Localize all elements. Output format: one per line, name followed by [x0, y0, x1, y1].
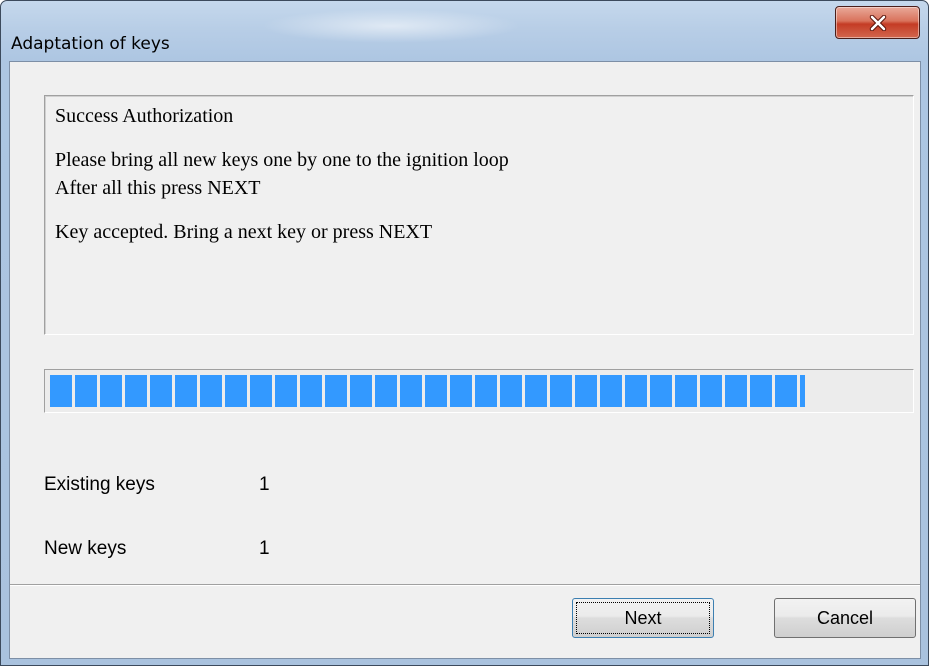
dialog-window: Adaptation of keys Success Authorization… — [0, 0, 929, 666]
cancel-button-label: Cancel — [816, 607, 874, 628]
focus-rectangle — [576, 602, 710, 634]
close-button[interactable] — [835, 6, 920, 39]
message-line-after: After all this press NEXT — [55, 177, 261, 199]
message-line-instructions: Please bring all new keys one by one to … — [55, 149, 509, 171]
progress-bar — [44, 369, 914, 413]
message-line-success: Success Authorization — [55, 105, 234, 127]
message-line-key-accepted: Key accepted. Bring a next key or press … — [55, 221, 433, 243]
window-title: Adaptation of keys — [11, 34, 170, 54]
next-button[interactable]: Next — [572, 598, 714, 638]
footer-separator — [10, 584, 920, 586]
dialog-client-area: Success Authorization Please bring all n… — [9, 61, 921, 659]
title-bar[interactable]: Adaptation of keys — [1, 1, 928, 61]
progress-track — [50, 375, 908, 407]
cancel-button[interactable]: Cancel — [774, 598, 916, 638]
progress-fill — [50, 375, 806, 407]
close-icon — [869, 14, 887, 31]
new-keys-value: 1 — [259, 538, 270, 559]
existing-keys-label: Existing keys — [44, 474, 155, 495]
status-message-box: Success Authorization Please bring all n… — [44, 95, 914, 335]
existing-keys-value: 1 — [259, 474, 270, 495]
new-keys-label: New keys — [44, 538, 127, 559]
